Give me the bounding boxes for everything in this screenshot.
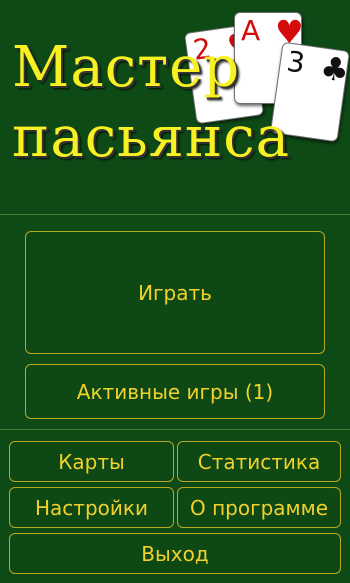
settings-button[interactable]: Настройки <box>9 487 174 528</box>
club-suit-icon: ♣ <box>317 48 350 91</box>
divider-bottom <box>0 429 350 430</box>
logo-area: 2 ♥ A ♥ 3 ♣ Мастер пасьянса <box>0 0 350 215</box>
cards-button[interactable]: Карты <box>9 441 174 482</box>
statistics-button[interactable]: Статистика <box>177 441 341 482</box>
divider-top <box>0 214 350 215</box>
active-games-button[interactable]: Активные игры (1) <box>25 364 325 419</box>
play-button[interactable]: Играть <box>25 231 325 354</box>
main-menu-screen: 2 ♥ A ♥ 3 ♣ Мастер пасьянса Играть Актив… <box>0 0 350 583</box>
app-title-line1: Мастер <box>12 35 241 100</box>
exit-button[interactable]: Выход <box>9 533 341 574</box>
card-rank: A <box>241 14 261 47</box>
app-title-line2: пасьянса <box>12 105 290 170</box>
about-button[interactable]: О программе <box>177 487 341 528</box>
card-rank: 3 <box>284 44 308 80</box>
